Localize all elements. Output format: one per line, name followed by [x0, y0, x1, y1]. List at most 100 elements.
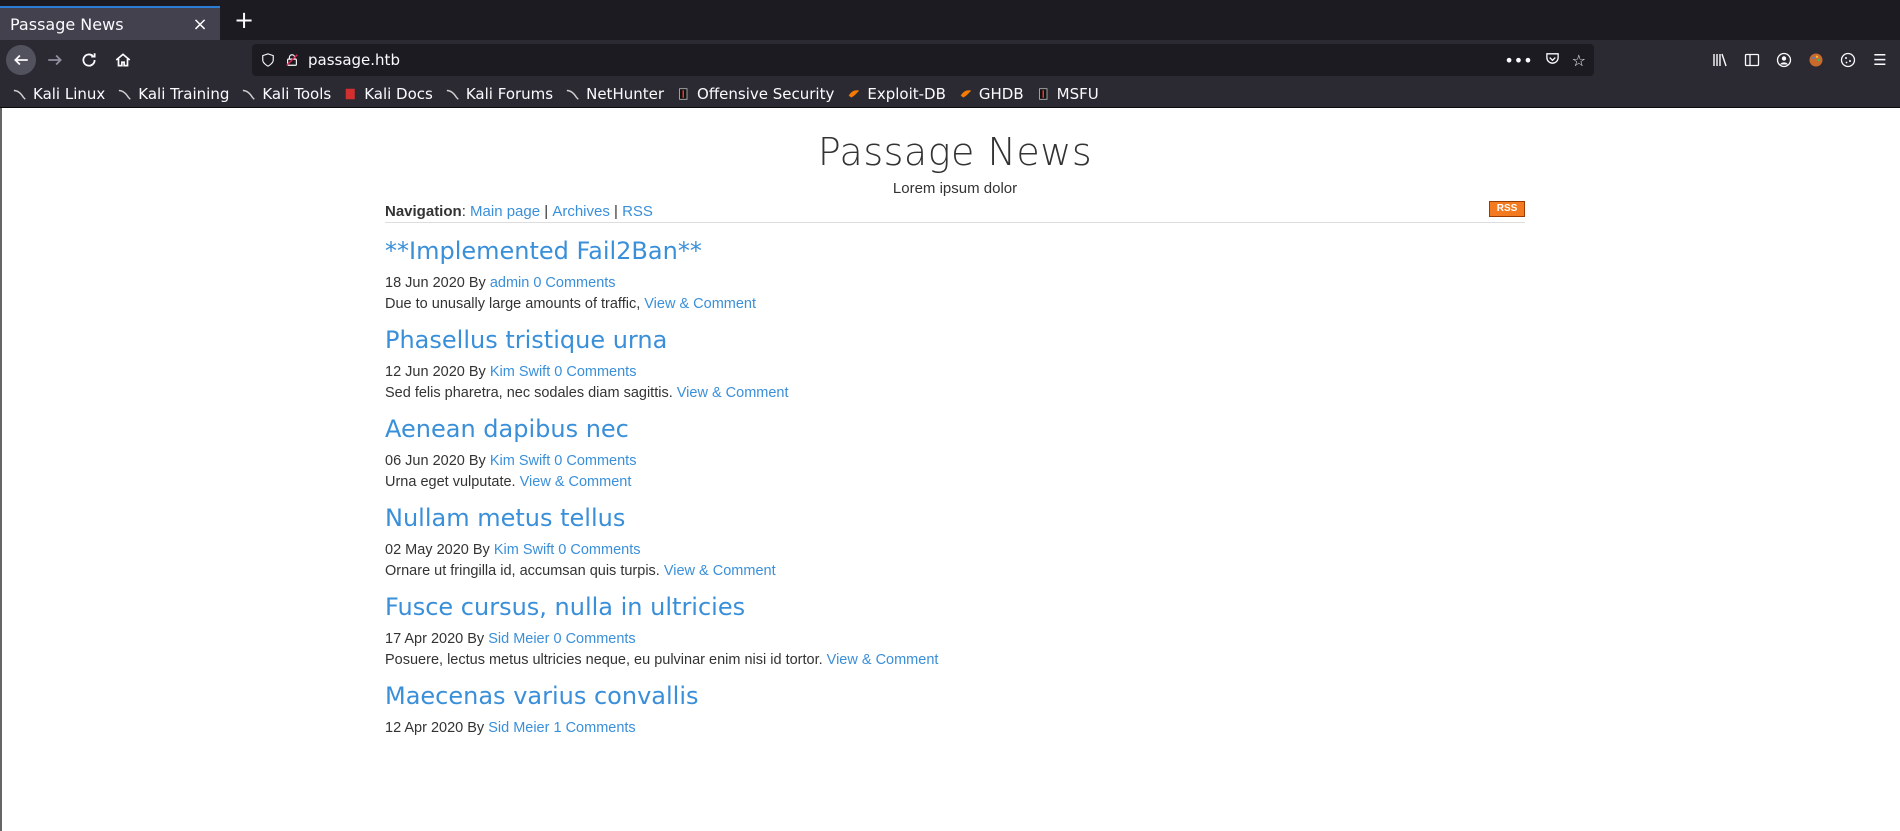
bookmark-kali-training[interactable]: Kali Training [117, 85, 229, 103]
post-title[interactable]: **Implemented Fail2Ban** [385, 237, 1525, 265]
bookmark-kali-linux[interactable]: Kali Linux [12, 85, 105, 103]
browser-tab[interactable]: Passage News × [0, 6, 220, 40]
post-by: By [468, 364, 486, 380]
post-by: By [472, 542, 490, 558]
arrow-left-icon [14, 54, 28, 66]
post-comments[interactable]: 0 Comments [553, 631, 635, 647]
view-comment-link[interactable]: View & Comment [520, 474, 632, 490]
close-tab-icon[interactable]: × [190, 14, 210, 35]
post-author[interactable]: Sid Meier [488, 720, 549, 736]
arrow-right-icon [48, 54, 62, 66]
post-excerpt-text: Due to unusally large amounts of traffic… [385, 296, 641, 312]
site-title: Passage News [817, 130, 1093, 174]
post-date: 18 Jun 2020 [385, 275, 465, 291]
bookmark-kali-docs[interactable]: Kali Docs [343, 85, 433, 103]
post-comments[interactable]: 0 Comments [554, 364, 636, 380]
post-item: Maecenas varius convallis 12 Apr 2020 By… [385, 682, 1525, 736]
post-author[interactable]: Sid Meier [488, 631, 549, 647]
post-title[interactable]: Fusce cursus, nulla in ultricies [385, 593, 1525, 621]
post-by: By [468, 453, 486, 469]
nav-separator: | [609, 203, 623, 220]
nav-link-rss[interactable]: RSS [622, 203, 653, 220]
palette-extension-icon[interactable] [1806, 45, 1826, 75]
home-button[interactable] [108, 45, 138, 75]
bookmark-label: Kali Forums [465, 84, 554, 103]
kali-dragon-icon [565, 86, 581, 102]
bookmarks-toolbar: Kali Linux Kali Training Kali Tools Kali… [0, 80, 1900, 108]
sidebar-icon[interactable] [1742, 45, 1762, 75]
view-comment-link[interactable]: View & Comment [827, 652, 939, 668]
nav-separator: | [540, 203, 553, 220]
bookmark-label: GHDB [978, 84, 1024, 103]
kali-dragon-icon [445, 86, 461, 102]
back-button[interactable] [6, 45, 36, 75]
post-comments[interactable]: 0 Comments [554, 453, 636, 469]
bookmark-label: Offensive Security [697, 84, 835, 103]
post-meta: 17 Apr 2020 By Sid Meier 0 Comments [385, 631, 1525, 647]
bookmark-offensive-security[interactable]: Offensive Security [676, 85, 834, 103]
nav-bar: passage.htb ••• ☆ ☰ [0, 40, 1900, 80]
kali-dragon-icon [117, 86, 133, 102]
view-comment-link[interactable]: View & Comment [644, 296, 756, 312]
post-author[interactable]: Kim Swift [490, 364, 550, 380]
post-title[interactable]: Aenean dapibus nec [385, 415, 1525, 443]
post-by: By [467, 631, 485, 647]
reload-button[interactable] [74, 45, 104, 75]
reload-icon [82, 53, 96, 67]
bookmark-star-icon[interactable]: ☆ [1572, 51, 1586, 70]
post-meta: 12 Apr 2020 By Sid Meier 1 Comments [385, 720, 1525, 736]
post-excerpt: Posuere, lectus metus ultricies neque, e… [385, 652, 1525, 668]
post-author[interactable]: Kim Swift [490, 453, 550, 469]
library-icon[interactable] [1710, 45, 1730, 75]
post-item: **Implemented Fail2Ban** 18 Jun 2020 By … [385, 237, 1525, 312]
bookmark-kali-tools[interactable]: Kali Tools [241, 85, 331, 103]
post-meta: 06 Jun 2020 By Kim Swift 0 Comments [385, 453, 1525, 469]
post-item: Phasellus tristique urna 12 Jun 2020 By … [385, 326, 1525, 401]
kali-dragon-icon [241, 86, 257, 102]
cookie-extension-icon[interactable] [1838, 45, 1858, 75]
tab-bar: Passage News × + [0, 0, 1900, 40]
shield-icon[interactable] [260, 52, 276, 68]
site-navigation: Navigation: Main page | Archives | RSS R… [385, 201, 1525, 223]
toolbar-right: ☰ [1710, 45, 1890, 75]
bookmark-label: Kali Linux [33, 84, 106, 103]
new-tab-icon[interactable]: + [230, 6, 258, 34]
post-date: 17 Apr 2020 [385, 631, 464, 647]
forward-button[interactable] [40, 45, 70, 75]
insecure-lock-icon[interactable] [284, 52, 300, 68]
page-content: Passage News Lorem ipsum dolor Navigatio… [385, 108, 1525, 741]
bookmark-msfu[interactable]: MSFU [1036, 85, 1099, 103]
bookmark-exploit-db[interactable]: Exploit-DB [846, 85, 946, 103]
nav-label: Navigation [385, 203, 462, 220]
bookmark-nethunter[interactable]: NetHunter [565, 85, 664, 103]
url-text[interactable]: passage.htb [308, 51, 1504, 69]
post-author[interactable]: Kim Swift [494, 542, 554, 558]
post-comments[interactable]: 1 Comments [553, 720, 635, 736]
nav-colon: : [461, 203, 471, 220]
post-date: 12 Jun 2020 [385, 364, 465, 380]
post-excerpt: Due to unusally large amounts of traffic… [385, 296, 1525, 312]
post-item: Aenean dapibus nec 06 Jun 2020 By Kim Sw… [385, 415, 1525, 490]
post-date: 06 Jun 2020 [385, 453, 465, 469]
pocket-icon[interactable] [1545, 51, 1560, 70]
view-comment-link[interactable]: View & Comment [677, 385, 789, 401]
post-author[interactable]: admin [490, 275, 530, 291]
offsec-icon [676, 86, 692, 102]
rss-badge[interactable]: RSS [1489, 201, 1525, 217]
post-title[interactable]: Nullam metus tellus [385, 504, 1525, 532]
account-icon[interactable] [1774, 45, 1794, 75]
post-excerpt: Ornare ut fringilla id, accumsan quis tu… [385, 563, 1525, 579]
bookmark-label: MSFU [1056, 84, 1099, 103]
post-title[interactable]: Maecenas varius convallis [385, 682, 1525, 710]
post-comments[interactable]: 0 Comments [533, 275, 615, 291]
menu-icon[interactable]: ☰ [1870, 45, 1890, 75]
page-actions-icon[interactable]: ••• [1504, 51, 1532, 70]
post-comments[interactable]: 0 Comments [558, 542, 640, 558]
nav-link-main-page[interactable]: Main page [470, 203, 540, 220]
post-title[interactable]: Phasellus tristique urna [385, 326, 1525, 354]
bookmark-kali-forums[interactable]: Kali Forums [445, 85, 553, 103]
bookmark-ghdb[interactable]: GHDB [958, 85, 1024, 103]
nav-link-archives[interactable]: Archives [552, 203, 610, 220]
view-comment-link[interactable]: View & Comment [664, 563, 776, 579]
url-bar[interactable]: passage.htb ••• ☆ [252, 44, 1594, 76]
